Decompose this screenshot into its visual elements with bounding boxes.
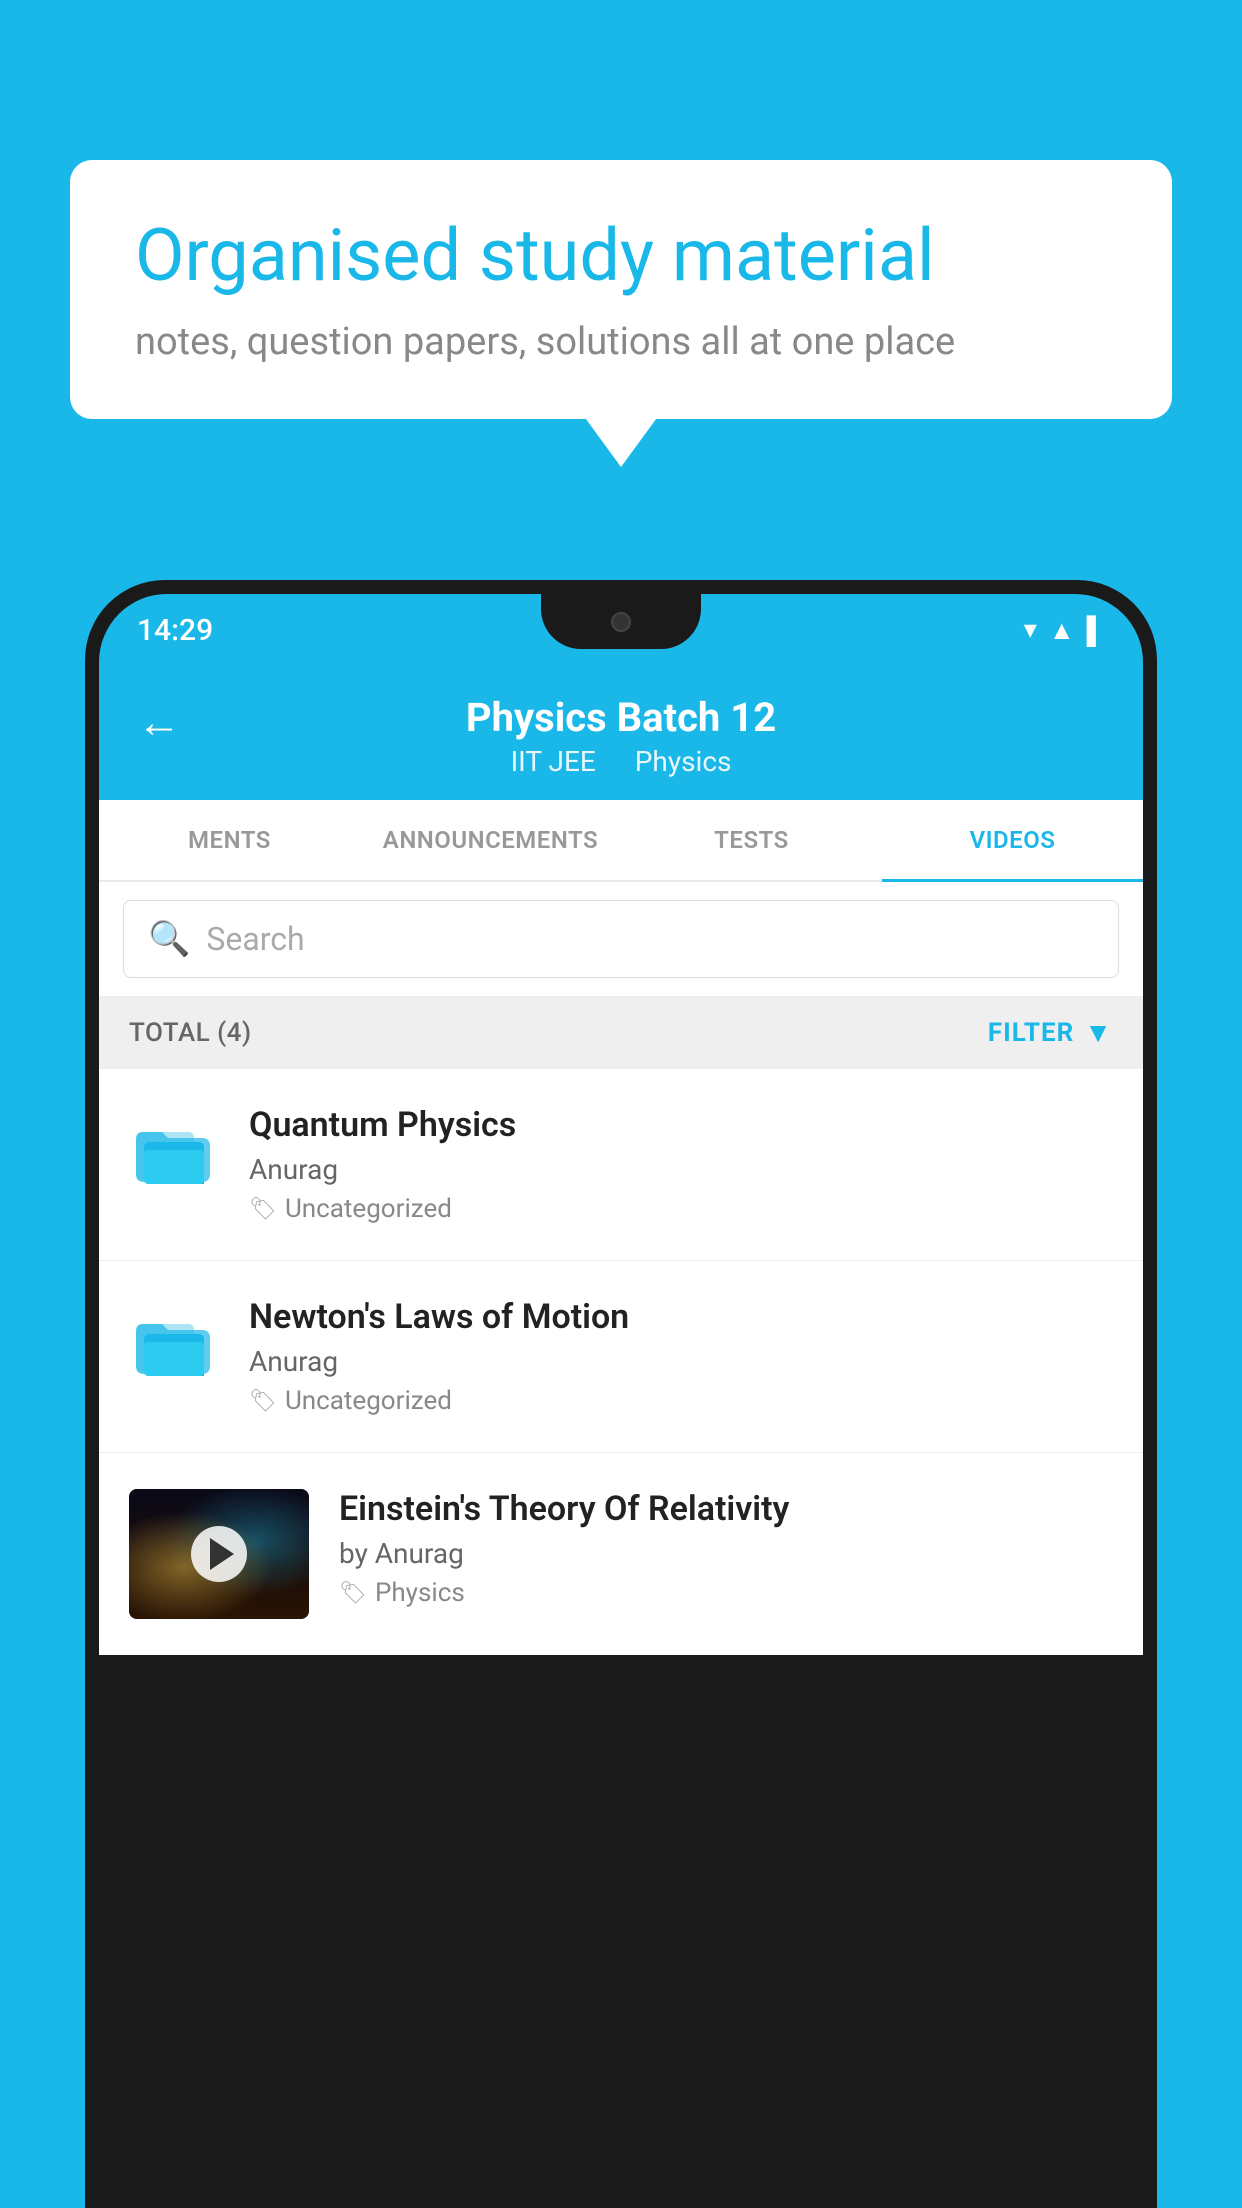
tab-announcements[interactable]: ANNOUNCEMENTS xyxy=(360,800,621,880)
tag-icon-newton: 🏷 xyxy=(249,1389,277,1414)
play-button[interactable] xyxy=(191,1526,247,1582)
header-subtitle: IIT JEE Physics xyxy=(503,745,740,778)
tab-ments[interactable]: MENTS xyxy=(99,800,360,880)
search-bar-wrapper: 🔍 Search xyxy=(99,882,1143,996)
status-time: 14:29 xyxy=(137,613,213,648)
folder-icon-quantum xyxy=(129,1105,219,1195)
list-item[interactable]: Quantum Physics Anurag 🏷 Uncategorized xyxy=(99,1069,1143,1261)
tag-label-quantum: Uncategorized xyxy=(285,1194,452,1224)
tabs-bar: MENTS ANNOUNCEMENTS TESTS VIDEOS xyxy=(99,800,1143,882)
video-author-quantum: Anurag xyxy=(249,1153,1113,1186)
phone-frame: 14:29 ▾ ▲ ▌ ← Physics Batch 12 IIT JEE P… xyxy=(85,580,1157,2208)
video-item-info-quantum: Quantum Physics Anurag 🏷 Uncategorized xyxy=(249,1105,1113,1224)
list-item[interactable]: Newton's Laws of Motion Anurag 🏷 Uncateg… xyxy=(99,1261,1143,1453)
phone-inner: 14:29 ▾ ▲ ▌ ← Physics Batch 12 IIT JEE P… xyxy=(99,594,1143,2208)
list-item[interactable]: Einstein's Theory Of Relativity by Anura… xyxy=(99,1453,1143,1655)
tag-icon-quantum: 🏷 xyxy=(249,1197,277,1222)
video-tag-quantum: 🏷 Uncategorized xyxy=(249,1194,1113,1224)
tab-tests[interactable]: TESTS xyxy=(621,800,882,880)
filter-button[interactable]: FILTER ▼ xyxy=(988,1016,1113,1049)
video-tag-newton: 🏷 Uncategorized xyxy=(249,1386,1113,1416)
signal-icon: ▲ xyxy=(1049,615,1075,646)
subtext: notes, question papers, solutions all at… xyxy=(135,320,1107,364)
filter-icon: ▼ xyxy=(1084,1016,1113,1049)
screen-content: 🔍 Search TOTAL (4) FILTER ▼ xyxy=(99,882,1143,1655)
headline: Organised study material xyxy=(135,215,1107,298)
video-title-newton: Newton's Laws of Motion xyxy=(249,1297,1113,1337)
tab-videos[interactable]: VIDEOS xyxy=(882,800,1143,880)
video-author-einstein: by Anurag xyxy=(339,1537,1113,1570)
battery-icon: ▌ xyxy=(1087,615,1105,646)
video-list: Quantum Physics Anurag 🏷 Uncategorized xyxy=(99,1069,1143,1655)
video-title-quantum: Quantum Physics xyxy=(249,1105,1113,1145)
header-title: Physics Batch 12 xyxy=(466,694,776,741)
wifi-icon: ▾ xyxy=(1024,615,1037,645)
subtitle-iitjee: IIT JEE xyxy=(511,745,596,778)
search-bar[interactable]: 🔍 Search xyxy=(123,900,1119,978)
status-icons: ▾ ▲ ▌ xyxy=(1024,615,1105,646)
speech-bubble-container: Organised study material notes, question… xyxy=(70,160,1172,419)
app-header: ← Physics Batch 12 IIT JEE Physics xyxy=(99,666,1143,800)
play-triangle-icon xyxy=(210,1538,234,1570)
video-title-einstein: Einstein's Theory Of Relativity xyxy=(339,1489,1113,1529)
search-icon: 🔍 xyxy=(148,919,190,959)
video-thumbnail-einstein xyxy=(129,1489,309,1619)
subtitle-physics: Physics xyxy=(635,745,732,778)
filter-bar: TOTAL (4) FILTER ▼ xyxy=(99,996,1143,1069)
video-tag-einstein: 🏷 Physics xyxy=(339,1578,1113,1608)
tag-icon-einstein: 🏷 xyxy=(339,1581,367,1606)
filter-label: FILTER xyxy=(988,1018,1074,1048)
video-author-newton: Anurag xyxy=(249,1345,1113,1378)
search-placeholder: Search xyxy=(206,920,304,958)
folder-icon-newton xyxy=(129,1297,219,1387)
tag-label-newton: Uncategorized xyxy=(285,1386,452,1416)
back-button[interactable]: ← xyxy=(137,696,181,748)
video-item-info-newton: Newton's Laws of Motion Anurag 🏷 Uncateg… xyxy=(249,1297,1113,1416)
phone-notch xyxy=(541,594,701,649)
video-item-info-einstein: Einstein's Theory Of Relativity by Anura… xyxy=(339,1489,1113,1608)
total-count: TOTAL (4) xyxy=(129,1018,252,1048)
tag-label-einstein: Physics xyxy=(375,1578,465,1608)
front-camera xyxy=(611,612,631,632)
speech-bubble: Organised study material notes, question… xyxy=(70,160,1172,419)
